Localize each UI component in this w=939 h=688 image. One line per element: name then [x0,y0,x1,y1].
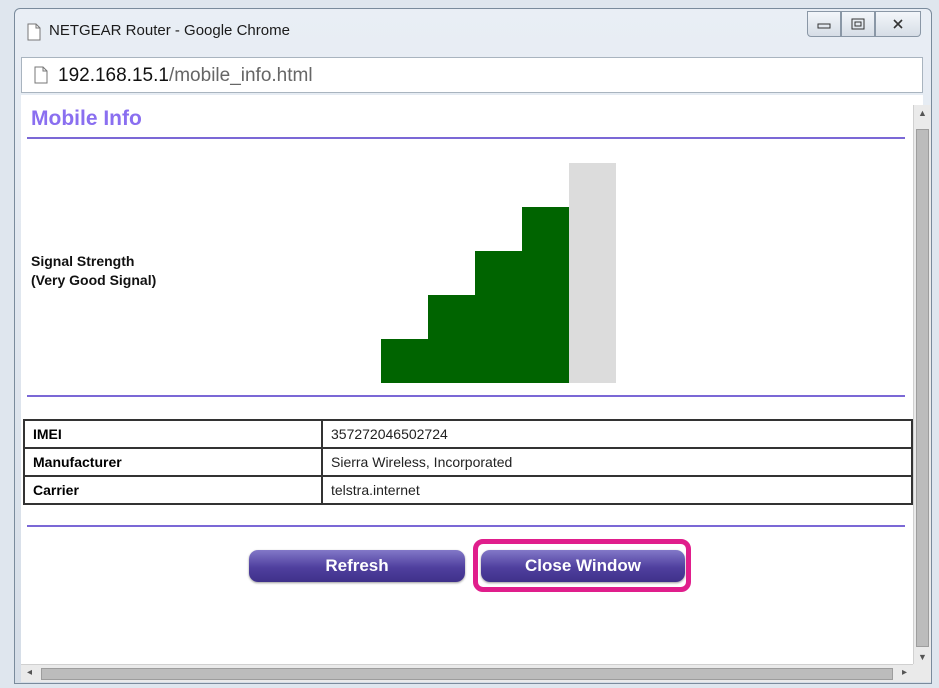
url-text: 192.168.15.1/mobile_info.html [58,65,313,87]
close-window-button[interactable] [875,11,921,37]
signal-label-line2: (Very Good Signal) [31,272,157,288]
page-title: Mobile Info [31,107,142,130]
restore-button[interactable] [841,11,875,37]
info-table: IMEI 357272046502724 Manufacturer Sierra… [23,419,913,505]
scroll-corner [913,664,931,682]
restore-icon [851,18,865,30]
window-controls [807,11,921,37]
divider [27,525,905,527]
scroll-right-icon[interactable]: ▸ [902,667,907,678]
vertical-scrollbar[interactable]: ▲ ▼ [913,105,931,665]
signal-bar [428,295,475,383]
signal-label-line1: Signal Strength [31,253,135,269]
table-row: Manufacturer Sierra Wireless, Incorporat… [23,447,913,477]
divider [27,137,905,139]
scroll-down-icon[interactable]: ▼ [918,652,927,662]
imei-value: 357272046502724 [321,419,913,449]
signal-bar [522,207,569,383]
refresh-button[interactable]: Refresh [249,550,465,582]
vertical-scroll-thumb[interactable] [916,129,929,647]
horizontal-scrollbar[interactable]: ◂ ▸ [21,664,913,682]
horizontal-scroll-thumb[interactable] [41,668,893,680]
browser-window: NETGEAR Router - Google Chrome 192.168.1… [14,8,932,684]
close-icon [893,19,903,29]
window-title: NETGEAR Router - Google Chrome [49,22,290,39]
divider [27,395,905,397]
manufacturer-label: Manufacturer [23,447,323,477]
minimize-button[interactable] [807,11,841,37]
scroll-up-icon[interactable]: ▲ [918,108,927,118]
imei-label: IMEI [23,419,323,449]
signal-label: Signal Strength (Very Good Signal) [31,252,156,290]
carrier-label: Carrier [23,475,323,505]
minimize-icon [817,23,831,29]
table-row: Carrier telstra.internet [23,475,913,505]
scroll-left-icon[interactable]: ◂ [27,667,32,678]
page-viewport: Mobile Info Signal Strength (Very Good S… [21,95,923,681]
table-row: IMEI 357272046502724 [23,419,913,449]
signal-bar [569,163,616,383]
title-bar[interactable]: NETGEAR Router - Google Chrome [15,9,931,53]
signal-bar [475,251,522,383]
url-host: 192.168.15.1 [58,65,169,86]
manufacturer-value: Sierra Wireless, Incorporated [321,447,913,477]
signal-bar [381,339,428,383]
carrier-value: telstra.internet [321,475,913,505]
highlight-box [473,539,691,592]
page-icon [27,23,41,41]
page-icon [34,66,48,84]
address-bar[interactable]: 192.168.15.1/mobile_info.html [21,57,923,93]
url-path: /mobile_info.html [168,65,313,86]
